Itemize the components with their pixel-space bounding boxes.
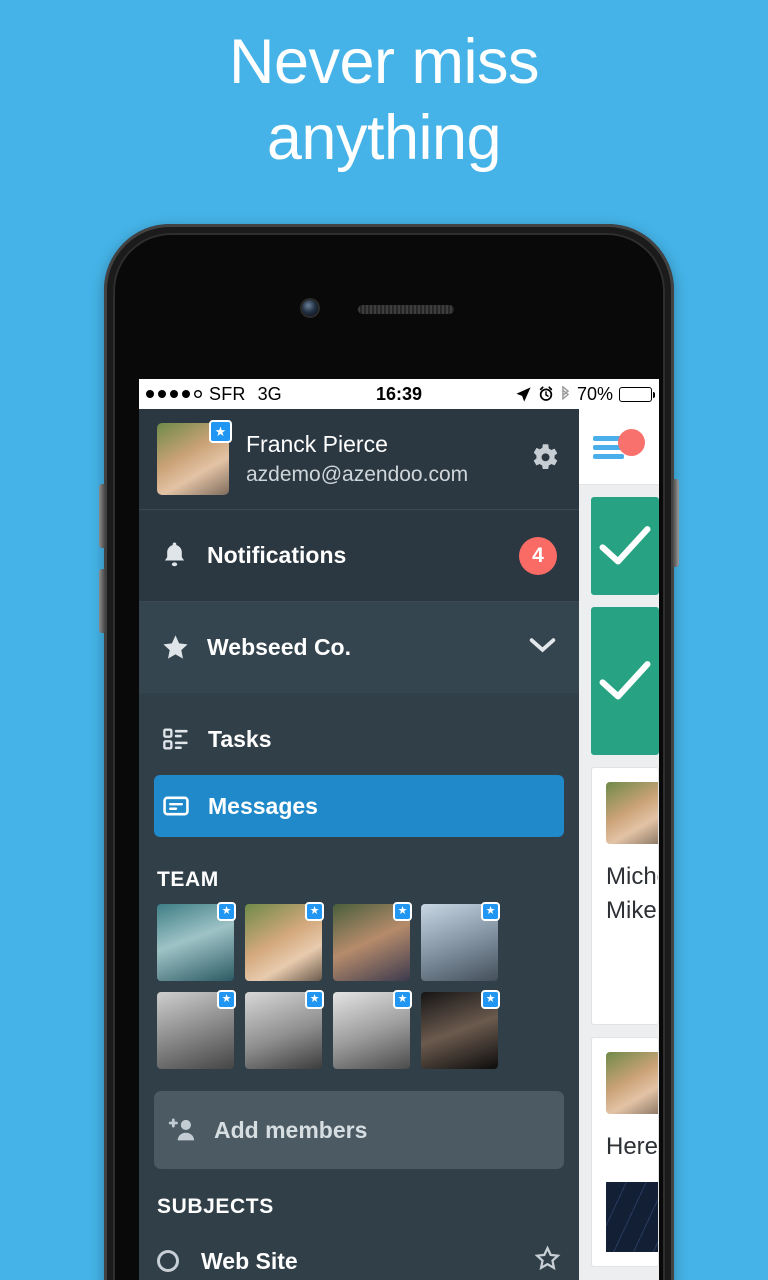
team-section-title: TEAM bbox=[157, 868, 219, 891]
message-author-avatar bbox=[606, 1052, 658, 1114]
star-badge-icon: ★ bbox=[393, 902, 412, 921]
alarm-clock-icon bbox=[539, 386, 553, 401]
message-card[interactable]: Here a bbox=[591, 1037, 659, 1267]
team-member[interactable]: ★ bbox=[333, 902, 412, 981]
star-badge-icon: ★ bbox=[481, 990, 500, 1009]
star-badge-icon: ★ bbox=[305, 990, 324, 1009]
bell-icon bbox=[161, 541, 207, 571]
message-feed: Miche Mike p Here a bbox=[579, 409, 659, 1280]
chevron-down-icon[interactable] bbox=[528, 634, 557, 661]
star-badge-icon: ★ bbox=[393, 990, 412, 1009]
message-text-line-1: Miche bbox=[606, 863, 658, 890]
hamburger-menu-icon[interactable] bbox=[593, 428, 645, 463]
sidebar-item-workspace[interactable]: Webseed Co. bbox=[139, 601, 579, 693]
headline-line-1: Never miss bbox=[228, 27, 540, 97]
phone-screen: SFR 3G 16:39 70% ★ Franck Pierce azdemo@… bbox=[139, 379, 659, 1280]
battery-icon bbox=[619, 386, 655, 402]
notification-dot-badge bbox=[618, 428, 645, 456]
team-member-grid: ★ ★ ★ ★ ★ ★ ★ ★ bbox=[139, 902, 579, 1069]
team-member[interactable]: ★ bbox=[245, 902, 324, 981]
star-badge-icon: ★ bbox=[481, 902, 500, 921]
gear-icon[interactable] bbox=[527, 440, 561, 479]
star-icon bbox=[161, 633, 207, 662]
add-members-label: Add members bbox=[214, 1116, 368, 1143]
circle-outline-icon bbox=[157, 1250, 179, 1272]
team-member[interactable]: ★ bbox=[421, 990, 500, 1069]
message-text-line-2: Mike p bbox=[606, 897, 658, 924]
sidebar-item-messages-label: Messages bbox=[208, 792, 318, 819]
checkmark-icon bbox=[599, 526, 651, 565]
star-badge-icon: ★ bbox=[209, 420, 232, 443]
volume-up-button[interactable] bbox=[99, 484, 106, 548]
profile-header[interactable]: ★ Franck Pierce azdemo@azendoo.com bbox=[139, 409, 579, 509]
team-member[interactable]: ★ bbox=[421, 902, 500, 981]
power-button[interactable] bbox=[672, 479, 679, 567]
profile-name: Franck Pierce bbox=[246, 431, 388, 457]
add-person-icon bbox=[168, 1116, 214, 1144]
notifications-label: Notifications bbox=[207, 542, 347, 568]
workspace-label: Webseed Co. bbox=[207, 634, 351, 660]
team-member[interactable]: ★ bbox=[333, 990, 412, 1069]
feed-header bbox=[579, 409, 659, 485]
sidebar-item-tasks-label: Tasks bbox=[208, 725, 272, 752]
sidebar-nav: Tasks Messages bbox=[139, 693, 579, 837]
front-camera-icon bbox=[302, 300, 318, 316]
sidebar-item-tasks[interactable]: Tasks bbox=[154, 708, 564, 770]
message-card[interactable]: Miche Mike p bbox=[591, 767, 659, 1025]
subject-label: Web Site bbox=[201, 1247, 298, 1274]
sidebar-item-messages[interactable]: Messages bbox=[154, 775, 564, 837]
message-text-line-1: Here a bbox=[606, 1133, 659, 1160]
battery-percent-label: 70% bbox=[576, 383, 613, 404]
promo-headline: Never miss anything bbox=[0, 24, 768, 176]
message-card-icon bbox=[162, 792, 208, 820]
star-badge-icon: ★ bbox=[217, 902, 236, 921]
app-container: ★ Franck Pierce azdemo@azendoo.com Notif… bbox=[139, 409, 659, 1280]
task-list-icon bbox=[162, 725, 208, 753]
task-completed-card[interactable] bbox=[591, 497, 659, 595]
headline-line-2: anything bbox=[266, 103, 502, 173]
avatar[interactable]: ★ bbox=[157, 420, 232, 495]
message-attachment-image[interactable] bbox=[606, 1182, 658, 1252]
sidebar-item-subject[interactable]: Web Site bbox=[139, 1231, 579, 1280]
notifications-badge: 4 bbox=[519, 536, 557, 575]
team-member[interactable]: ★ bbox=[157, 902, 236, 981]
phone-bezel: SFR 3G 16:39 70% ★ Franck Pierce azdemo@… bbox=[113, 233, 665, 1280]
volume-down-button[interactable] bbox=[99, 569, 106, 633]
star-outline-icon[interactable] bbox=[534, 1244, 561, 1278]
checkmark-icon bbox=[599, 661, 651, 700]
message-author-avatar bbox=[606, 782, 658, 844]
location-arrow-icon bbox=[516, 386, 531, 402]
team-member[interactable]: ★ bbox=[245, 990, 324, 1069]
phone-mockup: SFR 3G 16:39 70% ★ Franck Pierce azdemo@… bbox=[99, 224, 679, 1280]
team-member[interactable]: ★ bbox=[157, 990, 236, 1069]
earpiece-speaker bbox=[358, 305, 454, 314]
status-bar: SFR 3G 16:39 70% bbox=[139, 379, 659, 409]
sidebar: ★ Franck Pierce azdemo@azendoo.com Notif… bbox=[139, 409, 579, 1280]
subjects-section-title: SUBJECTS bbox=[157, 1195, 274, 1218]
add-members-button[interactable]: Add members bbox=[154, 1091, 564, 1169]
bluetooth-icon bbox=[562, 385, 570, 400]
task-completed-card[interactable] bbox=[591, 607, 659, 755]
star-badge-icon: ★ bbox=[217, 990, 236, 1009]
star-badge-icon: ★ bbox=[305, 902, 324, 921]
sidebar-item-notifications[interactable]: Notifications 4 bbox=[139, 509, 579, 601]
profile-email: azdemo@azendoo.com bbox=[246, 463, 469, 486]
